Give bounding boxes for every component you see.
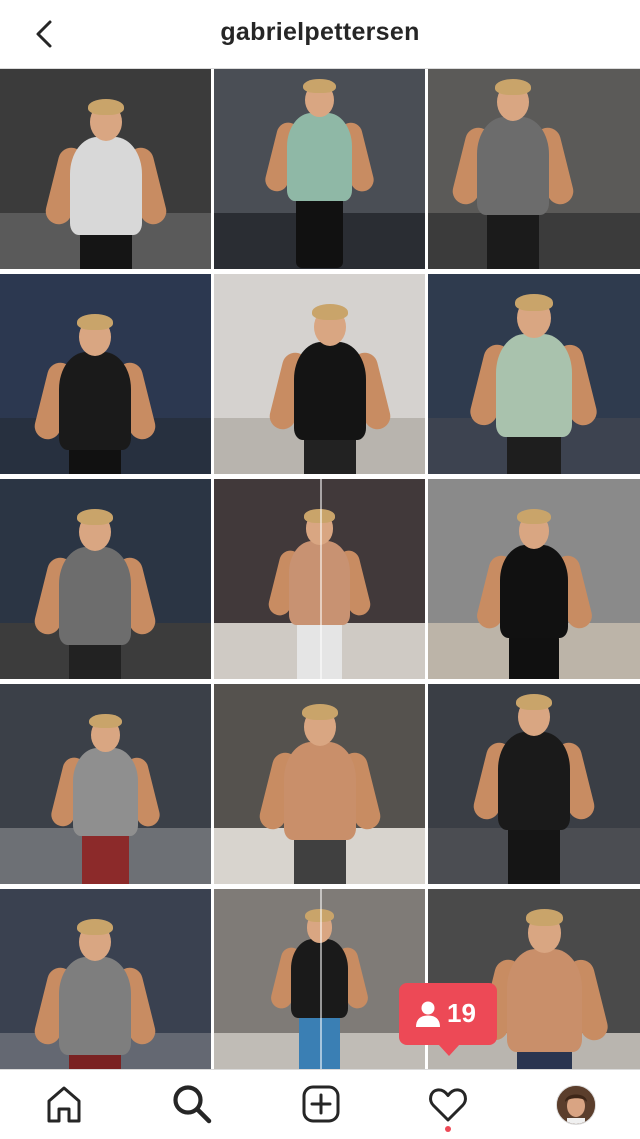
activity-heart-icon [429, 1088, 467, 1122]
post-figure [42, 99, 169, 269]
bottom-nav [0, 1069, 640, 1139]
post-thumbnail[interactable] [0, 274, 211, 474]
post-figure [256, 704, 383, 884]
figure-hair [525, 909, 564, 926]
figure-torso [294, 342, 367, 440]
post-figure [449, 79, 576, 269]
home-icon [47, 1086, 81, 1123]
figure-torso [58, 957, 131, 1055]
post-thumbnail[interactable] [214, 479, 425, 679]
figure-legs [508, 824, 560, 884]
figure-hair [76, 919, 113, 935]
figure-hair [303, 79, 336, 94]
post-figure [266, 304, 394, 474]
post-thumbnail[interactable] [214, 684, 425, 884]
post-figure [31, 509, 158, 679]
figure-legs [296, 196, 343, 268]
figure-hair [89, 714, 122, 729]
collage-divider [319, 889, 322, 1089]
post-thumbnail[interactable] [428, 274, 640, 474]
figure-torso [283, 742, 356, 840]
post-figure [478, 909, 611, 1089]
figure-hair [76, 314, 113, 330]
figure-torso [73, 748, 138, 837]
top-bar: gabrielpettersen [0, 0, 640, 69]
figure-torso [287, 113, 352, 202]
post-figure [31, 314, 158, 474]
person-icon [416, 1001, 440, 1027]
collage-divider [319, 479, 322, 679]
post-thumbnail[interactable] [0, 69, 211, 269]
post-thumbnail[interactable] [428, 479, 640, 679]
post-thumbnail[interactable] [0, 684, 211, 884]
posts-grid [0, 69, 640, 1089]
figure-legs [82, 831, 129, 884]
figure-hair [76, 509, 113, 525]
avatar [557, 1086, 595, 1124]
figure-torso [69, 137, 142, 235]
follower-notification-badge[interactable]: 19 [399, 983, 497, 1056]
figure-hair [516, 694, 552, 710]
post-figure [467, 294, 601, 474]
nav-search-button[interactable] [168, 1082, 216, 1126]
figure-torso [498, 732, 570, 830]
figure-torso [499, 545, 569, 639]
post-figure [48, 714, 163, 884]
post-figure [31, 919, 158, 1089]
post-thumbnail[interactable] [0, 479, 211, 679]
post-thumbnail[interactable] [428, 69, 640, 269]
figure-legs [293, 834, 346, 884]
figure-hair [301, 704, 338, 720]
figure-torso [58, 547, 131, 645]
search-icon [173, 1085, 212, 1124]
figure-torso [496, 333, 572, 437]
figure-hair [516, 509, 552, 525]
figure-legs [304, 434, 357, 474]
notification-count: 19 [447, 998, 476, 1028]
post-thumbnail[interactable] [214, 69, 425, 269]
post-thumbnail[interactable] [428, 684, 640, 884]
post-thumbnail[interactable] [214, 889, 425, 1089]
profile-username: gabrielpettersen [220, 18, 420, 46]
nav-activity-button[interactable] [424, 1082, 472, 1126]
figure-torso [476, 117, 549, 215]
figure-legs [506, 430, 562, 474]
nav-new-post-button[interactable] [297, 1082, 345, 1126]
activity-indicator-dot [445, 1126, 451, 1132]
post-figure [474, 509, 594, 679]
nav-home-button[interactable] [40, 1082, 88, 1126]
figure-torso [506, 948, 583, 1052]
figure-hair [312, 304, 349, 320]
figure-legs [509, 632, 559, 679]
figure-legs [68, 639, 121, 679]
figure-hair [494, 79, 531, 95]
post-thumbnail[interactable] [0, 889, 211, 1089]
add-post-icon [302, 1085, 340, 1123]
nav-profile-avatar[interactable] [556, 1085, 596, 1125]
post-figure [262, 79, 377, 268]
figure-legs [486, 209, 539, 269]
figure-legs [79, 229, 132, 269]
figure-hair [515, 294, 553, 311]
figure-torso [58, 352, 131, 450]
figure-hair [87, 99, 124, 115]
post-thumbnail[interactable] [214, 274, 425, 474]
post-figure [470, 694, 598, 884]
